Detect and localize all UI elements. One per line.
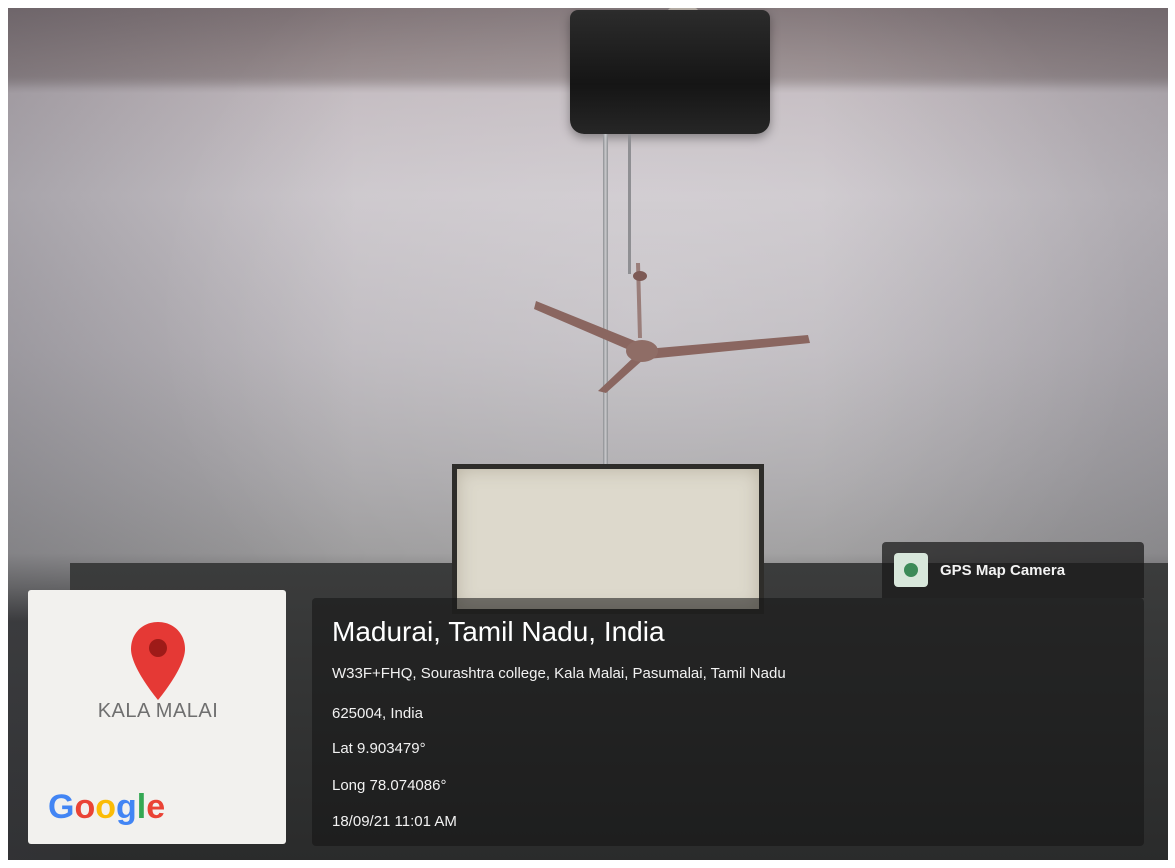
app-name: GPS Map Camera — [940, 561, 1066, 579]
timestamp: 18/09/21 11:01 AM — [332, 813, 457, 830]
city-title: Madurai, Tamil Nadu, India — [332, 616, 665, 647]
map-camera-icon — [894, 553, 928, 587]
address-line-1: W33F+FHQ, Sourashtra college, Kala Malai… — [332, 665, 786, 682]
projection-screen — [452, 464, 764, 614]
app-badge: GPS Map Camera — [882, 542, 1144, 598]
longitude: Long 78.074086° — [332, 777, 447, 794]
latitude: Lat 9.903479° — [332, 740, 426, 757]
ceiling-fan — [534, 263, 810, 393]
address-line-2: 625004, India — [332, 705, 423, 722]
ceiling-projector — [570, 10, 770, 134]
map-pin-icon — [131, 622, 185, 700]
fan-rod — [628, 134, 631, 274]
map-place-label: KALA MALAI — [97, 700, 219, 722]
map-thumbnail: KALA MALAI Google — [28, 590, 286, 844]
google-logo: Google — [48, 788, 166, 826]
